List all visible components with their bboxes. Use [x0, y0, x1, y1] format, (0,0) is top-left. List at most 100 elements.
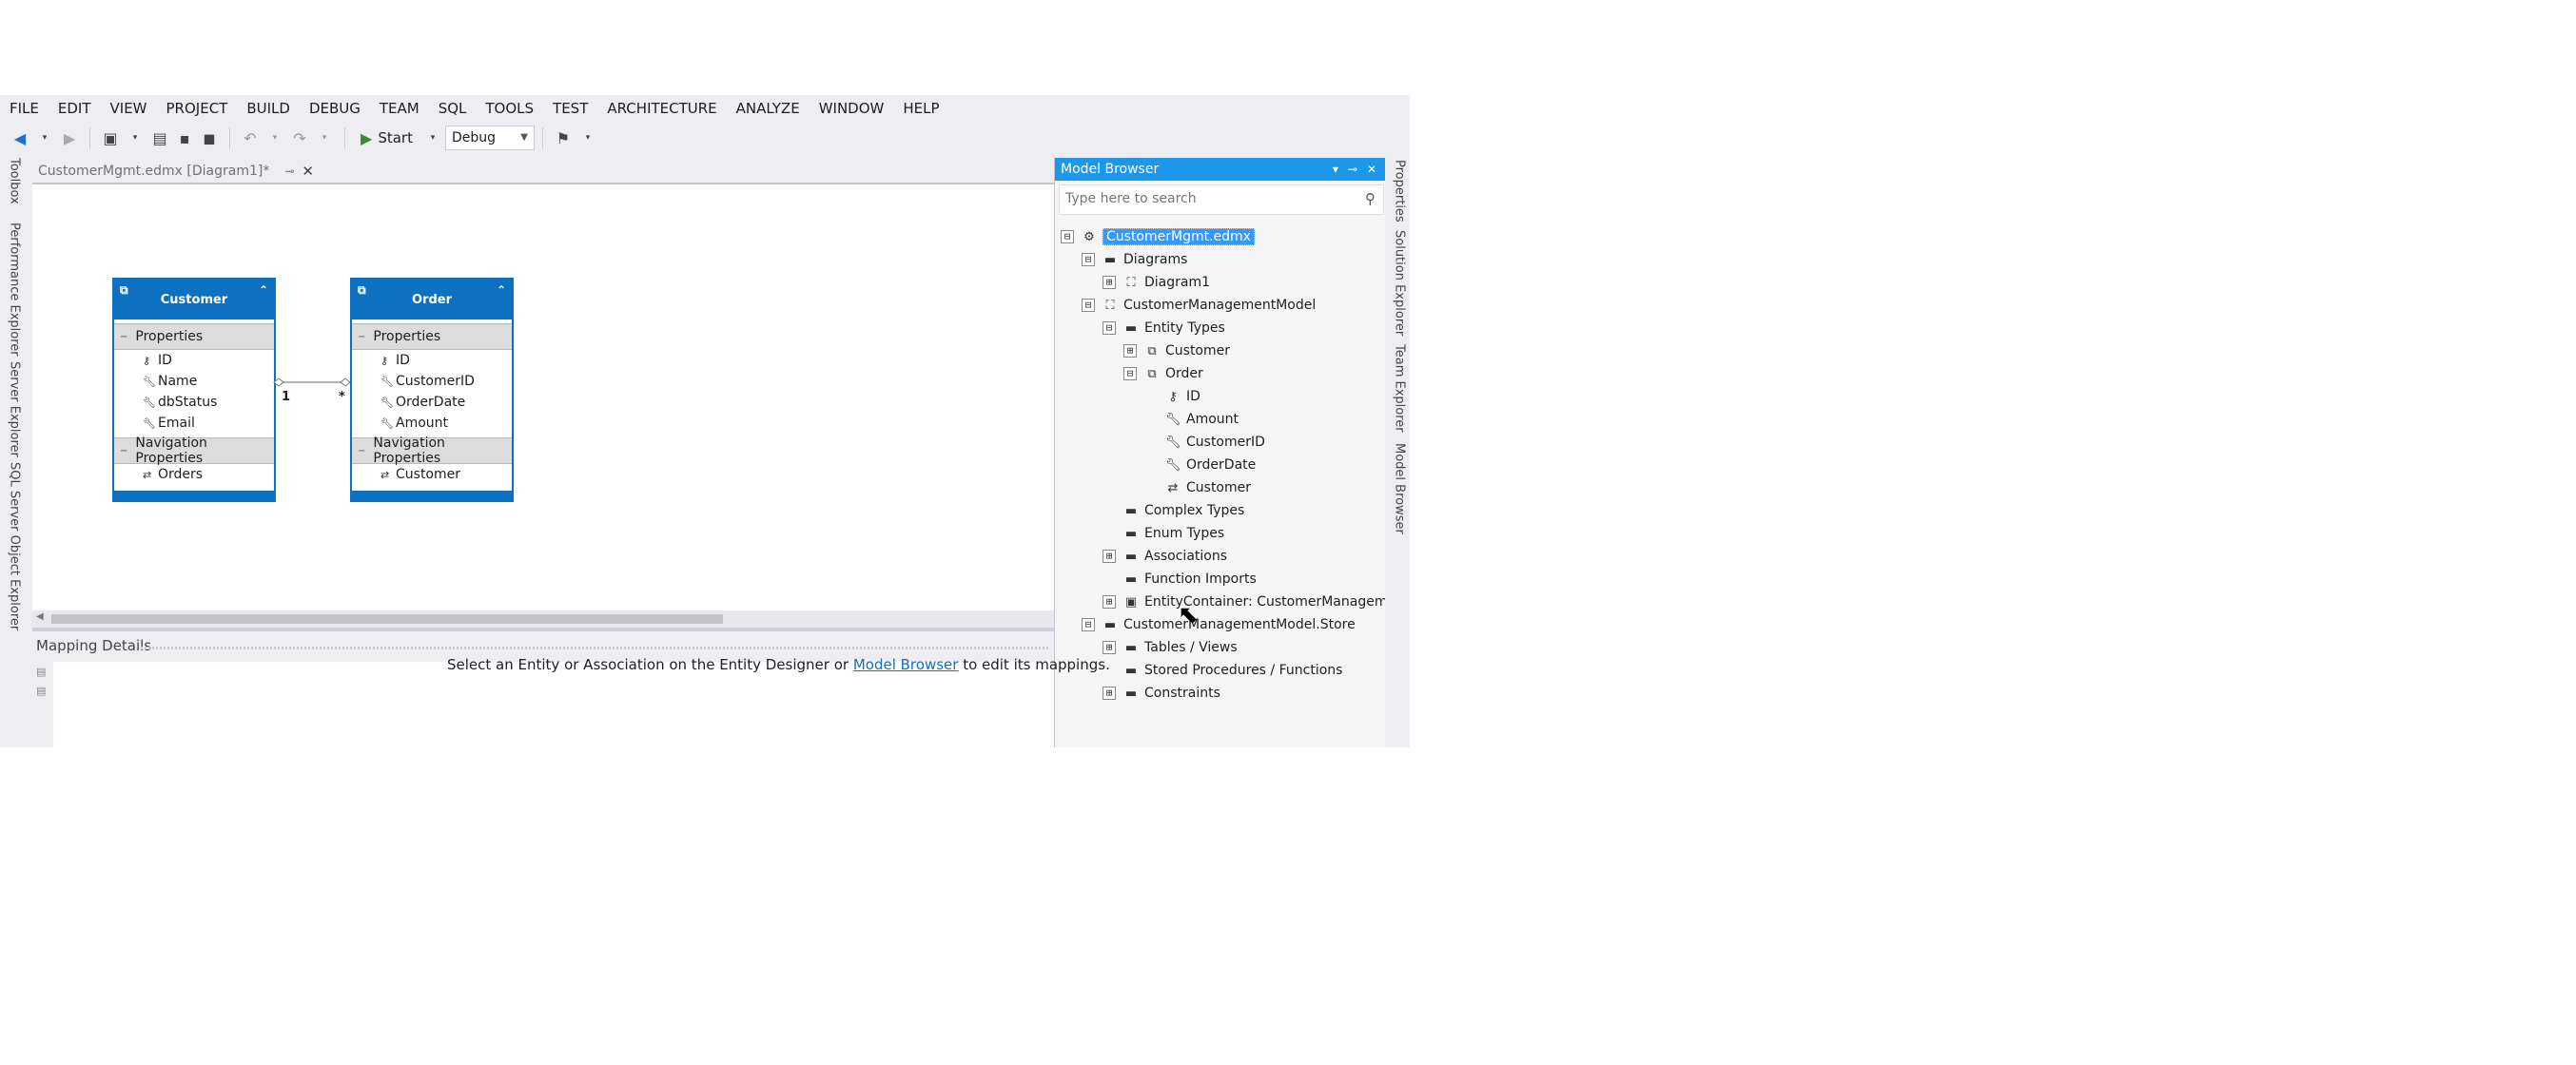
collapse-toggle[interactable]: ⊟ [1061, 230, 1074, 243]
menu-view[interactable]: VIEW [101, 95, 157, 122]
designer-horizontal-scrollbar[interactable]: ◀ [32, 610, 1054, 628]
tree-node[interactable]: ⊟ ▬ Diagrams [1082, 249, 1187, 270]
tree-node[interactable]: ⊞ ▬ Constraints [1103, 683, 1220, 704]
collapse-minus-icon[interactable]: − [358, 446, 365, 456]
team-explorer-tab[interactable]: Team Explorer [1385, 344, 1410, 437]
menu-analyze[interactable]: ANALYZE [727, 95, 810, 122]
search-input[interactable] [1060, 185, 1356, 212]
tree-node[interactable]: ⊟ ⛶ CustomerManagementModel [1082, 295, 1316, 316]
customer-entity[interactable]: ⧉ Customer ⌃ − Properties ⚷ ID 🔧︎ Name 🔧︎ d… [112, 278, 276, 502]
collapse-toggle[interactable]: ⊟ [1082, 299, 1095, 312]
tree-node[interactable]: 🔧︎ CustomerID [1144, 432, 1265, 453]
entity-designer-canvas[interactable]: ⧉ Customer ⌃ − Properties ⚷ ID 🔧︎ Name 🔧︎ d… [32, 184, 1054, 610]
navigation-properties-section[interactable]: − Navigation Properties [114, 436, 274, 466]
menu-file[interactable]: FILE [0, 95, 49, 122]
performance-explorer-tab[interactable]: Performance Explorer [0, 223, 29, 358]
window-position-icon[interactable]: ▾ [1333, 163, 1338, 176]
navigation-properties-section[interactable]: − Navigation Properties [352, 436, 512, 466]
expand-toggle[interactable]: ⊞ [1103, 595, 1116, 609]
tree-node[interactable]: ⊞ ▣ EntityContainer: CustomerManagementEn [1103, 591, 1410, 612]
tree-node[interactable]: ⊟ ▬ CustomerManagementModel.Store [1082, 614, 1356, 635]
new-project-icon[interactable]: ▣ [100, 126, 121, 150]
menu-help[interactable]: HELP [893, 95, 948, 122]
tree-node[interactable]: ⊞ ⧉ Customer [1123, 340, 1230, 361]
search-icon[interactable]: ⚲ [1365, 190, 1376, 207]
menu-project[interactable]: PROJECT [157, 95, 238, 122]
collapse-toggle[interactable]: ⊟ [1082, 618, 1095, 631]
menu-architecture[interactable]: ARCHITECTURE [597, 95, 726, 122]
tree-node[interactable]: ⊟ ▬ Entity Types [1103, 318, 1225, 339]
tree-node[interactable]: ⚷ ID [1144, 386, 1200, 407]
dropdown-arrow-icon[interactable]: ▾ [125, 126, 146, 150]
open-file-icon[interactable]: ▤ [149, 126, 170, 150]
solution-configuration-select[interactable]: Debug ▼ [444, 126, 535, 150]
document-tab[interactable]: CustomerMgmt.edmx [Diagram1]* ⊸ ✕ [32, 160, 320, 183]
dropdown-arrow-icon[interactable]: ▾ [264, 126, 285, 150]
tree-node[interactable]: ⊞ ⛶ Diagram1 [1103, 272, 1210, 293]
menu-build[interactable]: BUILD [237, 95, 300, 122]
collapse-icon[interactable]: ⌃ [497, 283, 506, 297]
menu-sql[interactable]: SQL [429, 95, 477, 122]
dropdown-arrow-icon[interactable]: ▾ [314, 126, 335, 150]
tree-node[interactable]: ⊟ ⧉ Order [1123, 363, 1203, 384]
menu-tools[interactable]: TOOLS [476, 95, 543, 122]
toolbar-overflow-icon[interactable]: ▾ [577, 126, 598, 150]
tree-node[interactable]: ▬ Complex Types [1103, 500, 1244, 521]
tree-node[interactable]: ▬ Enum Types [1103, 523, 1224, 544]
collapse-toggle[interactable]: ⊟ [1082, 253, 1095, 266]
tree-node[interactable]: ▬ Stored Procedures / Functions [1103, 660, 1343, 681]
tree-node[interactable]: ⊞ ▬ Tables / Views [1103, 637, 1238, 658]
navigate-back-icon[interactable]: ◀ [10, 126, 30, 150]
expand-toggle[interactable]: ⊞ [1123, 344, 1137, 358]
property-row[interactable]: ⚷ ID [114, 350, 274, 371]
auto-hide-pin-icon[interactable]: ⊸ [1348, 163, 1357, 176]
tree-node[interactable]: ▬ Function Imports [1103, 569, 1257, 590]
save-all-icon[interactable]: ◼ [199, 126, 220, 150]
navigation-row[interactable]: ⇄ Orders [114, 464, 274, 485]
undo-icon[interactable]: ↶ [240, 126, 261, 150]
solution-explorer-tab[interactable]: Solution Explorer [1385, 230, 1410, 340]
property-row[interactable]: 🔧︎ dbStatus [114, 392, 274, 413]
dropdown-arrow-icon[interactable]: ▾ [34, 126, 55, 150]
property-row[interactable]: 🔧︎ OrderDate [352, 392, 512, 413]
order-entity[interactable]: ⧉ Order ⌃ − Properties ⚷ ID 🔧︎ CustomerID … [350, 278, 514, 502]
close-icon[interactable]: ✕ [302, 163, 314, 180]
dropdown-arrow-icon[interactable]: ▾ [422, 126, 443, 150]
pin-icon[interactable]: ⊸ [284, 165, 294, 178]
server-explorer-tab[interactable]: Server Explorer [0, 361, 29, 457]
property-row[interactable]: 🔧︎ CustomerID [352, 371, 512, 392]
expand-toggle[interactable]: ⊞ [1103, 687, 1116, 700]
save-icon[interactable]: ▪ [174, 126, 195, 150]
scroll-left-icon[interactable]: ◀ [36, 611, 44, 622]
panel-grip[interactable] [141, 647, 1050, 649]
navigate-forward-icon[interactable]: ▶ [59, 126, 80, 150]
property-row[interactable]: 🔧︎ Name [114, 371, 274, 392]
sql-server-object-explorer-tab[interactable]: SQL Server Object Explorer [0, 462, 29, 652]
collapse-minus-icon[interactable]: − [120, 332, 127, 342]
menu-debug[interactable]: DEBUG [300, 95, 370, 122]
map-entity-icon[interactable]: ▤ [36, 666, 46, 678]
collapse-minus-icon[interactable]: − [120, 446, 127, 456]
toolbox-tab[interactable]: Toolbox [0, 158, 29, 217]
expand-toggle[interactable]: ⊞ [1103, 641, 1116, 654]
properties-section[interactable]: − Properties [114, 323, 274, 350]
properties-section[interactable]: − Properties [352, 323, 512, 350]
collapse-toggle[interactable]: ⊟ [1103, 321, 1116, 335]
entity-header[interactable]: ⧉ Order ⌃ [352, 280, 512, 320]
property-row[interactable]: 🔧︎ Amount [352, 413, 512, 434]
property-row[interactable]: ⚷ ID [352, 350, 512, 371]
start-button[interactable]: ▶ Start [355, 126, 419, 150]
model-browser-search[interactable]: ⚲ [1059, 184, 1384, 215]
map-function-icon[interactable]: ▤ [36, 685, 46, 697]
redo-icon[interactable]: ↷ [289, 126, 310, 150]
tree-node[interactable]: ⊟ ⚙ CustomerMgmt.edmx [1061, 226, 1255, 247]
collapse-toggle[interactable]: ⊟ [1123, 367, 1137, 380]
entity-header[interactable]: ⧉ Customer ⌃ [114, 280, 274, 320]
property-row[interactable]: 🔧︎ Email [114, 413, 274, 434]
menu-test[interactable]: TEST [543, 95, 597, 122]
tree-node[interactable]: 🔧︎ Amount [1144, 409, 1239, 430]
menu-team[interactable]: TEAM [370, 95, 429, 122]
menu-window[interactable]: WINDOW [810, 95, 894, 122]
tree-node[interactable]: 🔧︎ OrderDate [1144, 455, 1256, 475]
scrollbar-thumb[interactable] [51, 614, 723, 624]
